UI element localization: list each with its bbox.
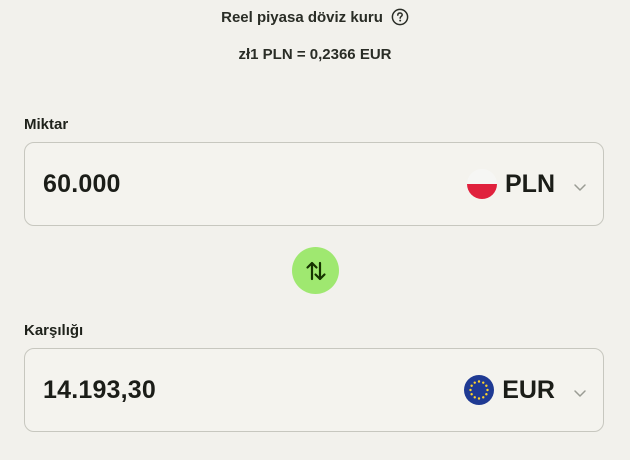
send-currency-select[interactable]: PLN bbox=[467, 164, 587, 204]
eu-flag-icon bbox=[464, 375, 495, 405]
poland-flag-icon bbox=[467, 169, 497, 199]
receive-amount-input[interactable]: 14.193,30 bbox=[43, 376, 464, 405]
receive-amount-field[interactable]: 14.193,30 EUR bbox=[24, 348, 604, 432]
receive-currency-select[interactable]: EUR bbox=[464, 370, 587, 410]
send-currency-code: PLN bbox=[505, 169, 555, 198]
receive-currency-code: EUR bbox=[502, 375, 555, 404]
send-amount-field[interactable]: 60.000 PLN bbox=[24, 142, 604, 226]
swap-currencies-button[interactable] bbox=[292, 247, 339, 294]
converted-amount-label: Karşılığı bbox=[24, 322, 84, 339]
help-circle-icon[interactable] bbox=[391, 8, 409, 26]
rate-title: Reel piyasa döviz kuru bbox=[221, 8, 383, 26]
chevron-down-icon bbox=[573, 385, 587, 397]
exchange-rate-value: zł1 PLN = 0,2366 EUR bbox=[238, 45, 392, 63]
rate-title-row: Reel piyasa döviz kuru bbox=[221, 8, 409, 26]
rate-header: Reel piyasa döviz kuru zł1 PLN = 0,2366 … bbox=[0, 8, 630, 63]
send-amount-input[interactable]: 60.000 bbox=[43, 170, 467, 199]
chevron-down-icon bbox=[573, 179, 587, 191]
swap-arrows-icon bbox=[305, 261, 326, 280]
amount-label: Miktar bbox=[24, 116, 69, 133]
